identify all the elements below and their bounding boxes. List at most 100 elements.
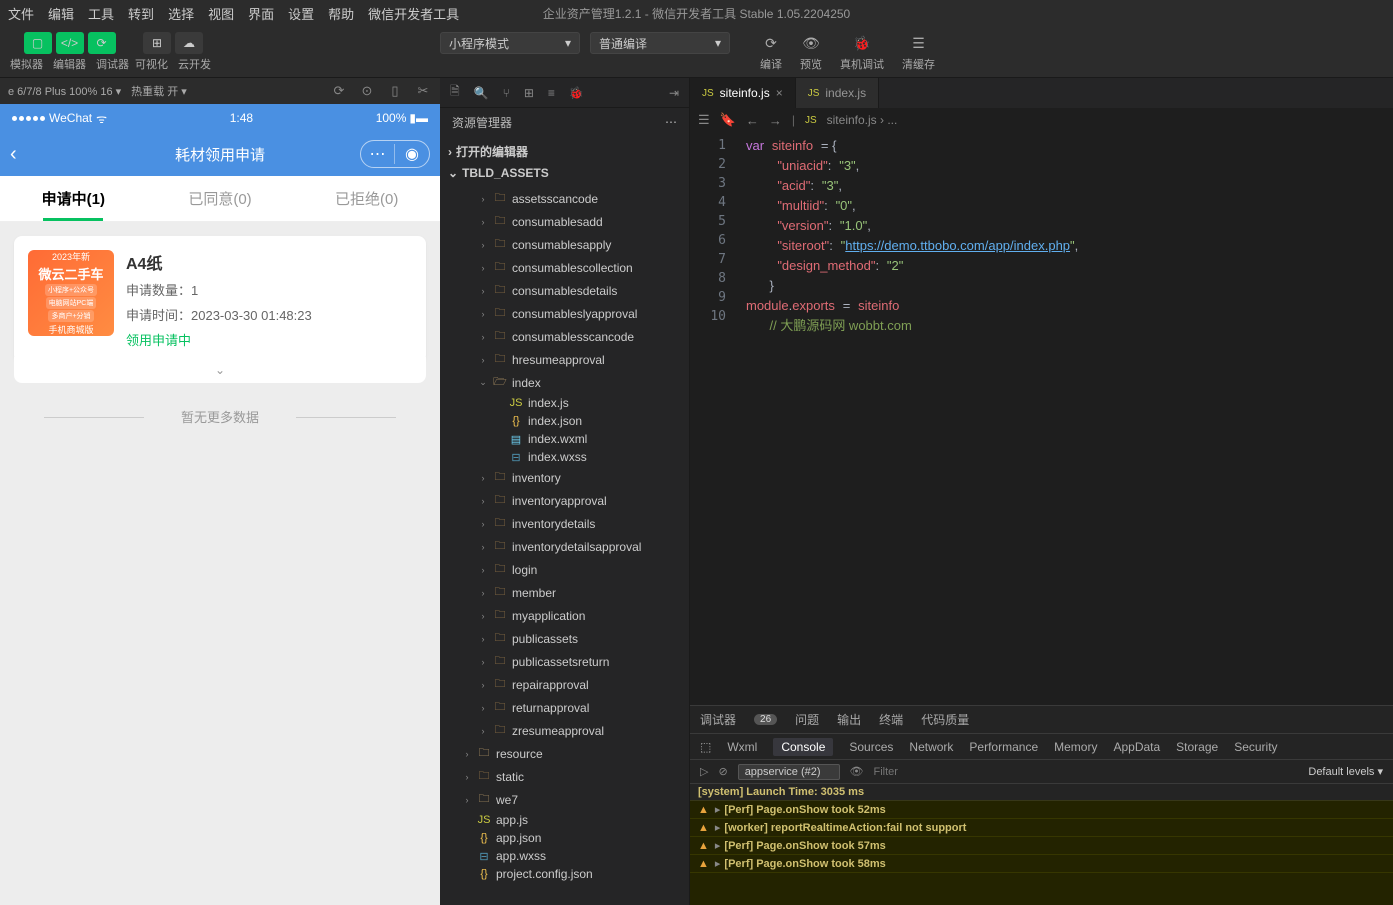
levels-dropdown[interactable]: Default levels ▾ [1308,765,1383,778]
tree-item[interactable]: {}project.config.json [440,865,689,883]
tree-item[interactable]: ›🗀returnapproval [440,696,689,719]
bug-icon[interactable]: 🐞 [569,86,584,100]
dt-memory-tab[interactable]: Memory [1054,740,1097,754]
capsule-menu-icon[interactable]: ⋯ [361,144,395,164]
tree-item[interactable]: ›🗀consumablesdetails [440,279,689,302]
tab-approved[interactable]: 已同意(0) [147,176,294,221]
refresh-icon[interactable]: ⟳ [330,83,348,99]
hot-reload-toggle[interactable]: 热重载 开 ▾ [131,83,187,99]
clear-icon[interactable]: ⊘ [718,765,727,778]
request-card[interactable]: 2023年新 微云二手车 小程序+公众号 电脑网站PC端 多商户+分销 手机商城… [14,236,426,363]
editor-tab-siteinfo[interactable]: JSsiteinfo.js× [690,78,796,108]
menu-goto[interactable]: 转到 [128,4,154,23]
menu-edit[interactable]: 编辑 [48,4,74,23]
dt-terminal-tab[interactable]: 终端 [879,711,903,728]
tab-rejected[interactable]: 已拒绝(0) [293,176,440,221]
menu-help[interactable]: 帮助 [328,4,354,23]
close-icon[interactable]: × [776,86,783,100]
dt-debugger-tab[interactable]: 调试器 [700,711,736,728]
back-button[interactable]: ‹ [10,143,17,166]
tree-item[interactable]: ›🗀inventorydetailsapproval [440,535,689,558]
db-icon[interactable]: ≡ [548,86,555,100]
tree-item[interactable]: ›🗀consumablescollection [440,256,689,279]
capsule-button[interactable]: ⋯◉ [360,140,430,168]
tree-item[interactable]: ›🗀assetsscancode [440,187,689,210]
nav-back-icon[interactable]: ← [746,113,759,128]
tree-item[interactable]: {}index.json [440,412,689,430]
tree-item[interactable]: ▤index.wxml [440,430,689,448]
nav-fwd-icon[interactable]: → [769,113,782,128]
menu-wechat-devtools[interactable]: 微信开发者工具 [368,4,459,23]
code-content[interactable]: var siteinfo = { "uniacid": "3", "acid":… [736,132,1393,705]
scope-dropdown[interactable]: appservice (#2) [738,764,840,780]
console-output[interactable]: [system] Launch Time: 3035 ms▲▸[Perf] Pa… [690,784,1393,905]
tree-item[interactable]: ›🗀inventorydetails [440,512,689,535]
list-icon[interactable]: ☰ [698,112,710,128]
git-icon[interactable]: ⑂ [503,86,510,100]
search-icon[interactable]: 🔍 [474,86,489,100]
tree-item[interactable]: ›🗀member [440,581,689,604]
dt-output-tab[interactable]: 输出 [837,711,861,728]
tree-item[interactable]: JSapp.js [440,811,689,829]
explorer-more-icon[interactable]: ⋯ [665,115,677,129]
tree-item[interactable]: JSindex.js [440,394,689,412]
dt-appdata-tab[interactable]: AppData [1113,740,1160,754]
home-icon[interactable]: ⊙ [358,83,376,99]
menu-tool[interactable]: 工具 [88,4,114,23]
project-header[interactable]: ⌄TBLD_ASSETS [440,163,689,183]
dt-security-tab[interactable]: Security [1234,740,1277,754]
device-selector[interactable]: e 6/7/8 Plus 100% 16 ▾ [8,85,121,98]
clear-cache-icon[interactable]: ☰ [908,32,930,54]
bookmark-icon[interactable]: 🔖 [720,112,736,128]
cut-icon[interactable]: ✂ [414,83,432,99]
dt-storage-tab[interactable]: Storage [1176,740,1218,754]
tree-item[interactable]: {}app.json [440,829,689,847]
editor-button[interactable]: </> [56,32,84,54]
menu-select[interactable]: 选择 [168,4,194,23]
dt-sources-tab[interactable]: Sources [849,740,893,754]
tree-item[interactable]: ›🗀myapplication [440,604,689,627]
capsule-close-icon[interactable]: ◉ [395,144,429,164]
tree-item[interactable]: ›🗀zresumeapproval [440,719,689,742]
tree-item[interactable]: ›🗀consumableslyapproval [440,302,689,325]
tree-item[interactable]: ›🗀login [440,558,689,581]
menu-interface[interactable]: 界面 [248,4,274,23]
menu-settings[interactable]: 设置 [288,4,314,23]
files-icon[interactable]: 🗎 [450,82,460,103]
tree-item[interactable]: ›🗀consumablesadd [440,210,689,233]
tree-item[interactable]: ⊟app.wxss [440,847,689,865]
visual-button[interactable]: ⊞ [143,32,171,54]
compile-icon[interactable]: ⟳ [760,32,782,54]
ext-icon[interactable]: ⊞ [524,86,534,100]
tree-item[interactable]: ›🗀consumablesscancode [440,325,689,348]
eye-icon[interactable]: 👁 [850,765,864,778]
remote-debug-icon[interactable]: 🐞 [851,32,873,54]
stop-icon[interactable]: ▷ [700,765,708,778]
toggle-icon[interactable]: ⇥ [669,86,679,100]
tree-item[interactable]: ⌄🗁index [440,371,689,394]
tree-item[interactable]: ›🗀hresumeapproval [440,348,689,371]
dt-network-tab[interactable]: Network [909,740,953,754]
dt-performance-tab[interactable]: Performance [969,740,1038,754]
dt-quality-tab[interactable]: 代码质量 [921,711,969,728]
tab-applying[interactable]: 申请中(1) [0,176,147,221]
tree-item[interactable]: ›🗀publicassets [440,627,689,650]
editor-tab-index[interactable]: JSindex.js [796,78,879,108]
rotate-icon[interactable]: ▯ [386,83,404,99]
open-editors-header[interactable]: ›打开的编辑器 [440,140,689,163]
menu-file[interactable]: 文件 [8,4,34,23]
tree-item[interactable]: ›🗀inventoryapproval [440,489,689,512]
filter-input[interactable] [873,766,1298,778]
dt-issues-tab[interactable]: 问题 [795,711,819,728]
tree-item[interactable]: ⊟index.wxss [440,448,689,466]
debugger-button[interactable]: ⟳ [88,32,116,54]
cloud-button[interactable]: ☁ [175,32,203,54]
tree-item[interactable]: ›🗀inventory [440,466,689,489]
compile-dropdown[interactable]: 普通编译▾ [590,32,730,54]
tree-item[interactable]: ›🗀publicassetsreturn [440,650,689,673]
card-expand-toggle[interactable]: ⌄ [14,357,426,383]
breadcrumb[interactable]: siteinfo.js › ... [827,113,898,127]
mode-dropdown[interactable]: 小程序模式▾ [440,32,580,54]
tree-item[interactable]: ›🗀static [440,765,689,788]
dt-console-tab[interactable]: Console [773,738,833,756]
